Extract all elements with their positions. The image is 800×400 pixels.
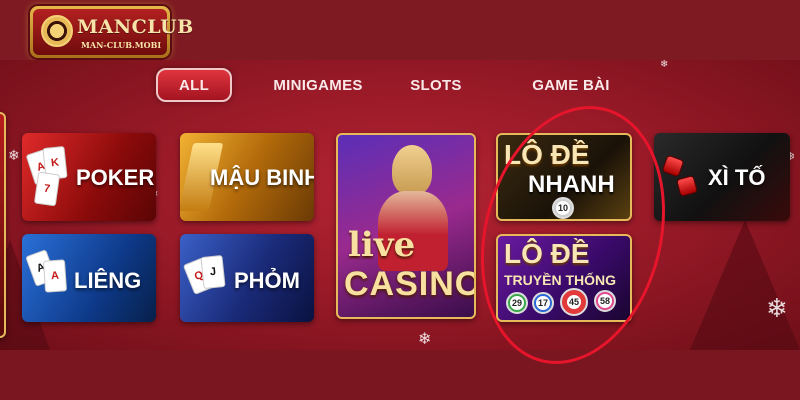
game-label-xi-to: XÌ TỐ bbox=[708, 165, 766, 190]
playing-card-icon: 7 bbox=[33, 171, 61, 207]
game-tile-poker[interactable]: A K 7 POKER bbox=[22, 133, 156, 221]
lo-de-nhanh-title: LÔ ĐỀ bbox=[504, 139, 590, 170]
dice-icon bbox=[661, 154, 685, 178]
logo-site: MAN-CLUB.MOBI bbox=[81, 40, 162, 50]
ball-number: 58 bbox=[598, 294, 612, 308]
game-tile-mau-binh[interactable]: MẬU BINH bbox=[180, 133, 314, 221]
ball-number: 29 bbox=[510, 296, 524, 310]
footer-band bbox=[0, 350, 800, 400]
game-lobby: ❄ ❄ ❄ ❄ ❄ ❄ ALL MINIGAMES SLOTS GAME BÀI… bbox=[0, 60, 800, 350]
ball-number: 45 bbox=[567, 295, 581, 309]
logo-title: MANCLUB bbox=[77, 16, 194, 38]
snowflake-icon: ❄ bbox=[660, 60, 669, 70]
logo-plate: MANCLUB MAN-CLUB.MOBI bbox=[33, 9, 193, 55]
game-tile-live-casino[interactable]: live CASINO bbox=[336, 133, 476, 319]
category-tabs: ALL MINIGAMES SLOTS GAME BÀI bbox=[156, 68, 616, 102]
lottery-ball-icon: 17 bbox=[532, 292, 554, 314]
snowflake-icon: ❄ bbox=[766, 293, 788, 323]
lottery-ball-icon: 10 bbox=[552, 197, 574, 219]
game-tile-lieng[interactable]: A A LIÊNG bbox=[22, 234, 156, 322]
casino-text: CASINO bbox=[344, 265, 476, 303]
manclub-logo[interactable]: MANCLUB MAN-CLUB.MOBI bbox=[30, 6, 193, 58]
tab-all[interactable]: ALL bbox=[156, 68, 232, 102]
christmas-tree-decoration bbox=[690, 220, 800, 350]
lo-de-truyen-thong-sub: TRUYỀN THỐNG bbox=[504, 272, 616, 288]
lo-de-nhanh-sub: NHANH bbox=[528, 171, 615, 198]
offscreen-tile[interactable] bbox=[0, 112, 6, 338]
game-tile-xi-to[interactable]: XÌ TỐ bbox=[654, 133, 790, 221]
lottery-ball-icon: 29 bbox=[506, 292, 528, 314]
dice-icon bbox=[675, 174, 699, 198]
game-label-mau-binh: MẬU BINH bbox=[210, 165, 314, 190]
tab-minigames[interactable]: MINIGAMES bbox=[260, 68, 376, 102]
lottery-ball-icon: 58 bbox=[594, 290, 616, 312]
playing-card-icon: J bbox=[200, 254, 226, 290]
ball-number: 17 bbox=[536, 296, 550, 310]
dealer-head-art bbox=[392, 145, 432, 195]
game-label-lieng: LIÊNG bbox=[74, 268, 142, 293]
game-tile-lo-de-nhanh[interactable]: LÔ ĐỀ NHANH 10 bbox=[496, 133, 632, 221]
tab-game-bai[interactable]: GAME BÀI bbox=[526, 68, 616, 102]
live-text: live bbox=[348, 225, 416, 265]
lottery-ball-icon: 45 bbox=[560, 288, 588, 316]
tab-slots[interactable]: SLOTS bbox=[406, 68, 466, 102]
game-label-poker: POKER bbox=[76, 165, 155, 190]
game-tile-phom[interactable]: Q J PHỎM bbox=[180, 234, 314, 322]
ball-number: 10 bbox=[556, 201, 570, 215]
lo-de-truyen-thong-title: LÔ ĐỀ bbox=[504, 238, 590, 269]
snowflake-icon: ❄ bbox=[8, 147, 20, 163]
snowflake-icon: ❄ bbox=[418, 331, 432, 348]
game-tile-lo-de-truyen-thong[interactable]: LÔ ĐỀ TRUYỀN THỐNG 29 17 45 58 bbox=[496, 234, 632, 322]
logo-chip-icon bbox=[41, 15, 73, 47]
game-label-phom: PHỎM bbox=[234, 268, 300, 293]
playing-card-icon: A bbox=[42, 259, 68, 293]
